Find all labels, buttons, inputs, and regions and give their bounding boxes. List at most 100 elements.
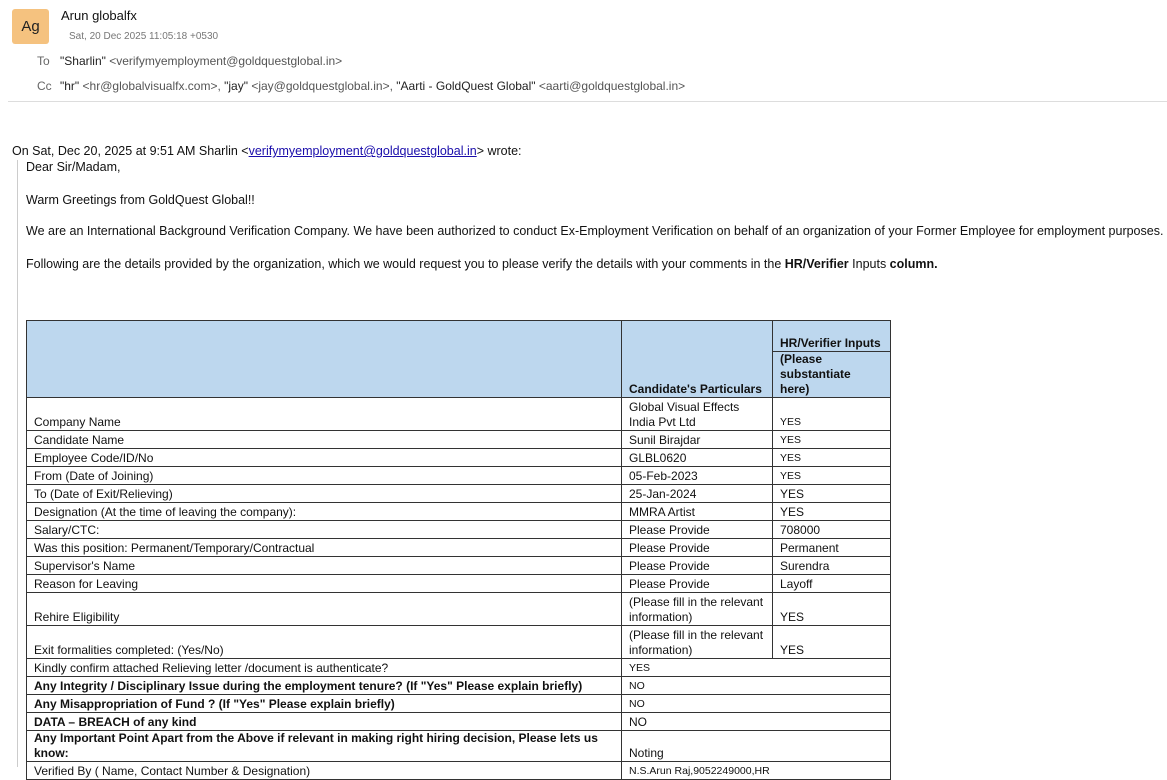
- verifier-value: NO: [621, 712, 891, 731]
- verifier-value: YES: [772, 592, 891, 626]
- header-hr-verifier: HR/Verifier Inputs: [772, 320, 891, 352]
- candidate-value: Sunil Birajdar: [621, 430, 773, 449]
- table-row: Rehire Eligibility (Please fill in the re…: [26, 592, 891, 626]
- candidate-value: Please Provide: [621, 556, 773, 575]
- p4d: column.: [889, 257, 938, 271]
- field-label: Designation (At the time of leaving the …: [26, 502, 622, 521]
- field-label: Company Name: [26, 397, 622, 431]
- cc-label: Cc: [37, 79, 52, 93]
- table-header: Candidate's Particulars HR/Verifier Inpu…: [26, 320, 891, 398]
- table-row: DATA – BREACH of any kind NO: [26, 712, 891, 731]
- candidate-value: MMRA Artist: [621, 502, 773, 521]
- candidate-value: 05-Feb-2023: [621, 466, 773, 485]
- to-line: To "Sharlin" <verifymyemployment@goldques…: [37, 54, 342, 68]
- verifier-value: YES: [772, 484, 891, 503]
- verification-table: Candidate's Particulars HR/Verifier Inpu…: [26, 320, 891, 780]
- header-candidate: Candidate's Particulars: [621, 320, 773, 398]
- field-label: Was this position: Permanent/Temporary/C…: [26, 538, 622, 557]
- table-row: Exit formalities completed: (Yes/No) (Ple…: [26, 625, 891, 659]
- field-label: DATA – BREACH of any kind: [26, 712, 622, 731]
- cc-address[interactable]: <hr@globalvisualfx.com>,: [79, 79, 224, 93]
- candidate-value: GLBL0620: [621, 448, 773, 467]
- field-label: Kindly confirm attached Relieving letter…: [26, 658, 622, 677]
- candidate-value: Please Provide: [621, 538, 773, 557]
- intro-paragraph: We are an International Background Verif…: [26, 224, 1164, 238]
- field-label: Supervisor's Name: [26, 556, 622, 575]
- table-row: Employee Code/ID/No GLBL0620 YES: [26, 448, 891, 467]
- verifier-value: YES: [772, 397, 891, 431]
- cc-address[interactable]: <jay@goldquestglobal.in>,: [248, 79, 396, 93]
- p4a: Following are the details provided by th…: [26, 257, 785, 271]
- greeting: Warm Greetings from GoldQuest Global!!: [26, 193, 255, 207]
- table-row: Kindly confirm attached Relieving letter…: [26, 658, 891, 677]
- p4c: Inputs: [848, 257, 890, 271]
- field-label: Rehire Eligibility: [26, 592, 622, 626]
- cc-name[interactable]: "hr": [60, 79, 79, 93]
- candidate-value: Please Provide: [621, 574, 773, 593]
- table-row: To (Date of Exit/Relieving) 25-Jan-2024 YE…: [26, 484, 891, 503]
- cc-name[interactable]: "Aarti - GoldQuest Global": [396, 79, 535, 93]
- candidate-value: Please Provide: [621, 520, 773, 539]
- table-row: Any Integrity / Disciplinary Issue durin…: [26, 676, 891, 695]
- verifier-value: Surendra: [772, 556, 891, 575]
- table-row: From (Date of Joining) 05-Feb-2023 YES: [26, 466, 891, 485]
- field-label: Any Important Point Apart from the Above…: [26, 730, 622, 762]
- verifier-value: YES: [772, 448, 891, 467]
- field-label: Any Misappropriation of Fund ? (If "Yes"…: [26, 694, 622, 713]
- table-row: Verified By ( Name, Contact Number & Des…: [26, 761, 891, 780]
- field-label: Any Integrity / Disciplinary Issue durin…: [26, 676, 622, 695]
- verifier-value: YES: [772, 502, 891, 521]
- verifier-value: NO: [621, 694, 891, 713]
- verifier-value: YES: [772, 430, 891, 449]
- sender-name[interactable]: Arun globalfx: [61, 8, 137, 23]
- table-row: Supervisor's Name Please Provide Surendra: [26, 556, 891, 575]
- field-label: From (Date of Joining): [26, 466, 622, 485]
- candidate-value: Global Visual Effects India Pvt Ltd: [621, 397, 773, 431]
- to-label: To: [37, 54, 50, 68]
- verifier-value: Noting: [621, 730, 891, 762]
- table-row: Candidate Name Sunil Birajdar YES: [26, 430, 891, 449]
- verifier-value: YES: [621, 658, 891, 677]
- field-label: Verified By ( Name, Contact Number & Des…: [26, 761, 622, 780]
- cc-address[interactable]: <aarti@goldquestglobal.in>: [536, 79, 685, 93]
- quote-intro: On Sat, Dec 20, 2025 at 9:51 AM Sharlin …: [12, 144, 522, 158]
- header-blank: [26, 320, 622, 398]
- verifier-value: Permanent: [772, 538, 891, 557]
- field-label: Reason for Leaving: [26, 574, 622, 593]
- candidate-value: (Please fill in the relevant information…: [621, 625, 773, 659]
- p4b: HR/Verifier: [784, 257, 849, 271]
- email-date: Sat, 20 Dec 2025 11:05:18 +0530: [69, 31, 219, 42]
- header-divider: [8, 101, 1167, 102]
- table-row: Designation (At the time of leaving the …: [26, 502, 891, 521]
- to-address[interactable]: <verifymyemployment@goldquestglobal.in>: [106, 54, 342, 68]
- intro-text-end: > wrote:: [476, 144, 522, 158]
- intro-text: On Sat, Dec 20, 2025 at 9:51 AM Sharlin …: [12, 144, 249, 158]
- field-label: Employee Code/ID/No: [26, 448, 622, 467]
- cc-name[interactable]: "jay": [224, 79, 248, 93]
- field-label: Salary/CTC:: [26, 520, 622, 539]
- field-label: Candidate Name: [26, 430, 622, 449]
- candidate-value: (Please fill in the relevant information…: [621, 592, 773, 626]
- header-substantiate: (Please substantiate here): [772, 351, 891, 398]
- verifier-value: 708000: [772, 520, 891, 539]
- request-paragraph: Following are the details provided by th…: [26, 257, 938, 271]
- verifier-value: YES: [772, 466, 891, 485]
- verifier-value: Layoff: [772, 574, 891, 593]
- field-label: Exit formalities completed: (Yes/No): [26, 625, 622, 659]
- cc-line: Cc "hr" <hr@globalvisualfx.com>, "jay" <j…: [37, 79, 685, 93]
- quoted-message: Dear Sir/Madam, Warm Greetings from Gold…: [17, 160, 1166, 780]
- avatar: Ag: [12, 9, 49, 44]
- salutation: Dear Sir/Madam,: [26, 160, 121, 174]
- sender-email-link[interactable]: verifymyemployment@goldquestglobal.in: [249, 144, 477, 158]
- table-row: Was this position: Permanent/Temporary/C…: [26, 538, 891, 557]
- table-row: Any Misappropriation of Fund ? (If "Yes"…: [26, 694, 891, 713]
- table-row: Company Name Global Visual Effects India …: [26, 397, 891, 431]
- verifier-value: NO: [621, 676, 891, 695]
- table-row: Salary/CTC: Please Provide 708000: [26, 520, 891, 539]
- to-name[interactable]: "Sharlin": [60, 54, 106, 68]
- table-row: Any Important Point Apart from the Above…: [26, 730, 891, 762]
- candidate-value: 25-Jan-2024: [621, 484, 773, 503]
- verifier-value: N.S.Arun Raj,9052249000,HR: [621, 761, 891, 780]
- table-row: Reason for Leaving Please Provide Layoff: [26, 574, 891, 593]
- verifier-value: YES: [772, 625, 891, 659]
